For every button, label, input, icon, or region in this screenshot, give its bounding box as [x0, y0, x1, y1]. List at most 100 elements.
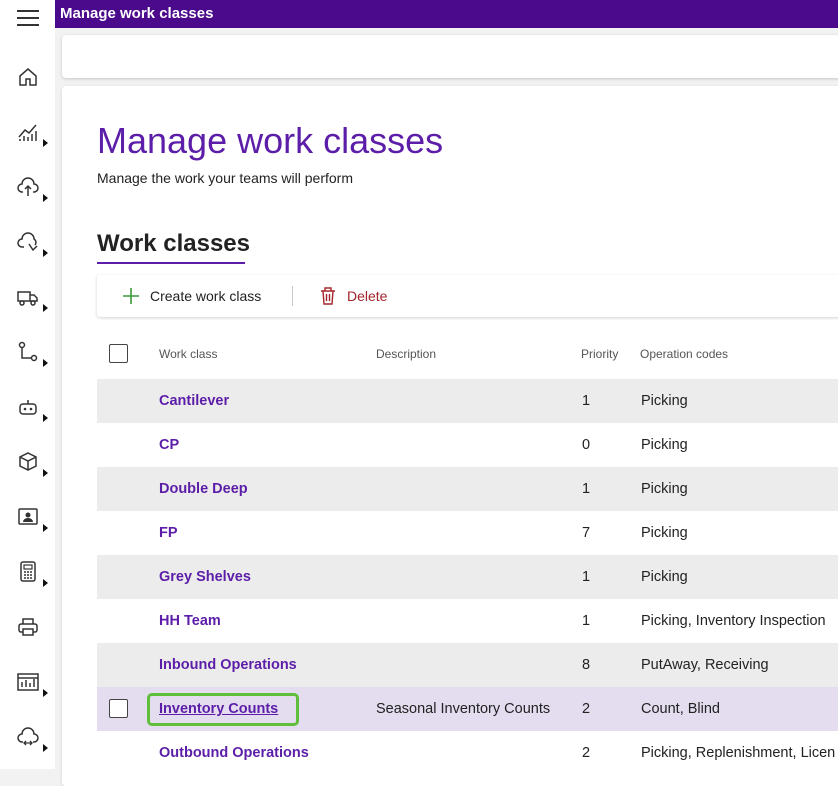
action-bar: Create work class Delete — [97, 275, 838, 317]
nav-item-flow[interactable] — [0, 331, 55, 371]
nav-item-sync[interactable] — [0, 221, 55, 261]
truck-icon — [17, 291, 38, 306]
column-header-description[interactable]: Description — [376, 347, 436, 361]
submenu-caret-icon — [43, 744, 48, 752]
priority-cell: 1 — [582, 613, 591, 629]
priority-cell: 8 — [582, 657, 591, 673]
work-classes-grid: Work class Description Priority Operatio… — [97, 332, 838, 775]
nav-rail — [0, 0, 55, 769]
page-title: Manage work classes — [97, 120, 444, 161]
table-row[interactable]: Outbound Operations 2 Picking, Replenish… — [97, 731, 838, 775]
calculator-icon — [20, 561, 36, 582]
delete-label: Delete — [347, 288, 388, 304]
nav-item-print[interactable] — [0, 606, 55, 646]
column-header-work-class[interactable]: Work class — [159, 347, 217, 361]
operation-codes-cell: Count, Blind — [641, 701, 720, 717]
submenu-caret-icon — [43, 139, 48, 147]
work-class-link[interactable]: CP — [159, 437, 179, 453]
work-class-link[interactable]: FP — [159, 525, 178, 541]
nav-item-calculator[interactable] — [0, 551, 55, 591]
priority-cell: 1 — [582, 569, 591, 585]
priority-cell: 7 — [582, 525, 591, 541]
box-icon — [19, 452, 37, 471]
operation-codes-cell: Picking — [641, 393, 688, 409]
main-panel: Manage work classes Manage the work your… — [62, 86, 838, 786]
work-class-link[interactable]: Double Deep — [159, 481, 248, 497]
operation-codes-cell: Picking, Replenishment, Licen — [641, 745, 836, 761]
delete-button[interactable]: Delete — [319, 285, 387, 307]
table-row[interactable]: Cantilever 1 Picking — [97, 379, 838, 423]
priority-cell: 0 — [582, 437, 591, 453]
work-class-link[interactable]: Outbound Operations — [159, 745, 309, 761]
flow-icon — [18, 341, 38, 362]
cloud-transfer-icon — [17, 727, 39, 746]
row-checkbox[interactable] — [109, 699, 128, 718]
submenu-caret-icon — [43, 579, 48, 587]
work-class-link[interactable]: Inventory Counts — [159, 701, 278, 717]
description-cell: Seasonal Inventory Counts — [376, 701, 551, 717]
work-class-link[interactable]: HH Team — [159, 613, 221, 629]
nav-item-cloud-transfer[interactable] — [0, 716, 55, 756]
nav-item-automation[interactable] — [0, 386, 55, 426]
priority-cell: 1 — [582, 481, 591, 497]
app-title-bar: Manage work classes — [55, 0, 838, 28]
section-title: Work classes — [97, 230, 250, 257]
table-row[interactable]: CP 0 Picking — [97, 423, 838, 467]
create-work-class-label: Create work class — [150, 288, 262, 304]
create-work-class-button[interactable]: Create work class — [122, 285, 261, 307]
submenu-caret-icon — [43, 469, 48, 477]
nav-item-reports[interactable] — [0, 661, 55, 701]
home-icon — [19, 68, 37, 86]
command-strip — [62, 35, 838, 78]
submenu-caret-icon — [43, 524, 48, 532]
operation-codes-cell: Picking, Inventory Inspection — [641, 613, 826, 629]
action-separator — [292, 286, 293, 306]
nav-item-inventory[interactable] — [0, 441, 55, 481]
submenu-caret-icon — [43, 414, 48, 422]
printer-icon — [18, 618, 38, 636]
operation-codes-cell: Picking — [641, 437, 688, 453]
nav-item-people[interactable] — [0, 496, 55, 536]
app-title: Manage work classes — [60, 5, 214, 22]
page-subtitle: Manage the work your teams will perform — [97, 170, 353, 186]
nav-item-upload[interactable] — [0, 166, 55, 206]
table-row[interactable]: HH Team 1 Picking, Inventory Inspection — [97, 599, 838, 643]
submenu-caret-icon — [43, 304, 48, 312]
robot-icon — [19, 400, 37, 415]
cloud-upload-icon — [17, 177, 39, 196]
cloud-sync-icon — [17, 232, 38, 252]
submenu-caret-icon — [43, 249, 48, 257]
work-class-link[interactable]: Cantilever — [159, 393, 229, 409]
operation-codes-cell: Picking — [641, 481, 688, 497]
nav-item-home[interactable] — [0, 56, 55, 96]
column-header-priority[interactable]: Priority — [581, 347, 618, 361]
priority-cell: 1 — [582, 393, 591, 409]
contact-card-icon — [18, 508, 38, 525]
column-header-operation-codes[interactable]: Operation codes — [640, 347, 728, 361]
trash-icon — [321, 287, 335, 305]
hamburger-menu-icon[interactable] — [17, 10, 39, 28]
nav-item-analytics[interactable] — [0, 111, 55, 151]
section-underline — [97, 262, 245, 264]
priority-cell: 2 — [582, 701, 591, 717]
operation-codes-cell: PutAway, Receiving — [641, 657, 769, 673]
table-row-selected[interactable]: Inventory Counts Seasonal Inventory Coun… — [97, 687, 838, 731]
plus-icon — [123, 288, 139, 304]
select-all-checkbox[interactable] — [109, 344, 128, 363]
table-row[interactable]: Double Deep 1 Picking — [97, 467, 838, 511]
work-class-link[interactable]: Grey Shelves — [159, 569, 251, 585]
operation-codes-cell: Picking — [641, 569, 688, 585]
table-row[interactable]: Grey Shelves 1 Picking — [97, 555, 838, 599]
table-row[interactable]: FP 7 Picking — [97, 511, 838, 555]
submenu-caret-icon — [43, 689, 48, 697]
priority-cell: 2 — [582, 745, 591, 761]
nav-item-shipping[interactable] — [0, 276, 55, 316]
submenu-caret-icon — [43, 194, 48, 202]
submenu-caret-icon — [43, 359, 48, 367]
work-class-link[interactable]: Inbound Operations — [159, 657, 297, 673]
grid-header: Work class Description Priority Operatio… — [97, 332, 838, 379]
table-row[interactable]: Inbound Operations 8 PutAway, Receiving — [97, 643, 838, 687]
report-icon — [17, 673, 39, 691]
operation-codes-cell: Picking — [641, 525, 688, 541]
analytics-icon — [18, 124, 37, 141]
